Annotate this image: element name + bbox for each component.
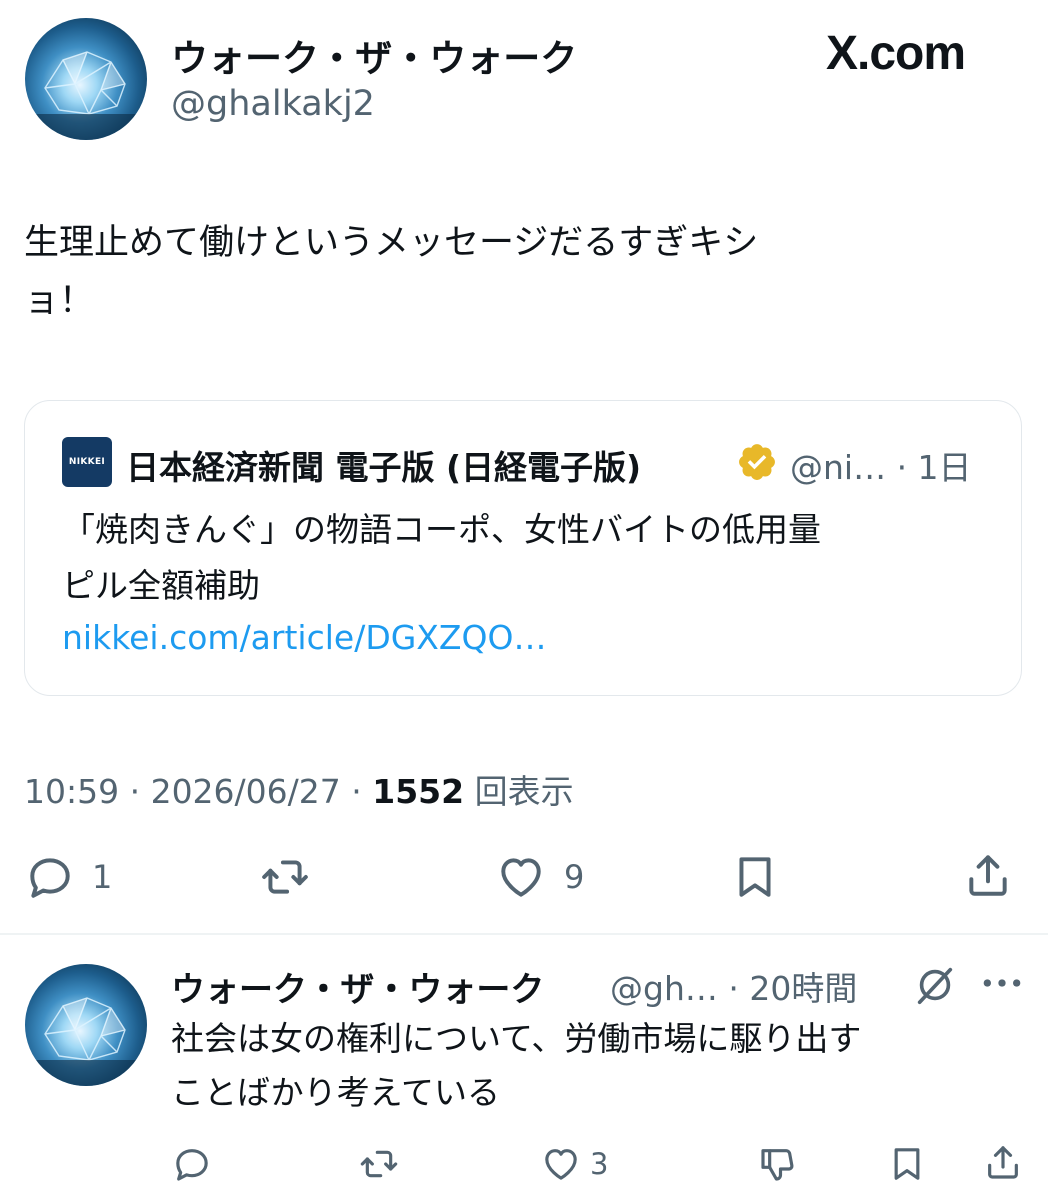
- reply-like-button[interactable]: 3: [538, 1144, 608, 1184]
- retweet-icon: [360, 1150, 398, 1178]
- reply-dislike-button[interactable]: [756, 1144, 800, 1184]
- x-brand-logo: X.com: [826, 27, 966, 80]
- dislike-icon: [761, 1149, 794, 1181]
- like-icon: [501, 858, 541, 897]
- reply-handle-time[interactable]: @gh… · 20時間: [610, 962, 857, 1010]
- view-label: 回表示: [464, 772, 574, 811]
- bookmark-button[interactable]: [730, 852, 780, 902]
- tweet-text: 生理止めて働けというメッセージだるすぎキシ ョ！: [24, 214, 1024, 330]
- reply-icon: [176, 1149, 208, 1181]
- tweet-text-line2: ョ！: [24, 281, 95, 321]
- reply-like-count: 3: [590, 1147, 609, 1181]
- bookmark-icon: [739, 857, 771, 897]
- quoted-author-name[interactable]: 日本経済新聞 電子版 (日経電子版): [126, 441, 641, 489]
- quoted-handle-time[interactable]: @ni… · 1日: [790, 441, 972, 489]
- retweet-button[interactable]: [255, 852, 315, 902]
- retweet-icon: [262, 860, 308, 894]
- share-icon: [988, 1146, 1018, 1179]
- avatar-crystal-image: [25, 51, 147, 140]
- reply-share-button[interactable]: [982, 1142, 1024, 1182]
- tweet-meta: 10:59 · 2026/06/27 · 1552 回表示: [24, 765, 574, 813]
- reply-author-name[interactable]: ウォーク・ザ・ウォーク: [171, 962, 544, 1011]
- share-icon: [969, 855, 1007, 896]
- share-button[interactable]: [962, 850, 1014, 900]
- bookmark-icon: [894, 1148, 920, 1180]
- tweet-timestamp[interactable]: 10:59 · 2026/06/27 ·: [24, 772, 372, 811]
- author-avatar[interactable]: [25, 18, 147, 140]
- verified-badge-icon: [736, 441, 778, 483]
- quoted-text-line2: ピル全額補助: [62, 566, 260, 605]
- reply-count: 1: [92, 858, 113, 896]
- grok-icon[interactable]: [912, 962, 958, 1008]
- reply-retweet-button[interactable]: [355, 1144, 403, 1184]
- author-handle[interactable]: @ghalkakj2: [171, 84, 375, 124]
- divider: [0, 933, 1048, 935]
- quoted-text-line1: 「焼肉きんぐ」の物語コーポ、女性バイトの低用量: [62, 510, 821, 549]
- like-count: 9: [564, 858, 585, 896]
- nikkei-logo: NIKKEI: [62, 437, 112, 487]
- reply-bookmark-button[interactable]: [887, 1144, 927, 1184]
- reply-icon: [30, 858, 70, 898]
- reply-reply-button[interactable]: [170, 1144, 214, 1184]
- tweet-text-line1: 生理止めて働けというメッセージだるすぎキシ: [24, 223, 759, 263]
- reply-text: 社会は女の権利について、労働市場に駆り出す ことばかり考えている: [171, 1012, 1031, 1120]
- like-button[interactable]: 9: [492, 852, 584, 902]
- quoted-article-link[interactable]: nikkei.com/article/DGXZQO…: [62, 618, 546, 657]
- author-name[interactable]: ウォーク・ザ・ウォーク: [171, 28, 577, 82]
- more-icon[interactable]: [980, 968, 1024, 998]
- reply-text-line1: 社会は女の権利について、労働市場に駆り出す: [171, 1019, 862, 1058]
- reply-text-line2: ことばかり考えている: [171, 1073, 501, 1112]
- avatar-crystal-image: [25, 997, 147, 1086]
- reply-button[interactable]: 1: [22, 852, 112, 902]
- like-icon: [545, 1149, 577, 1180]
- quoted-tweet-text: 「焼肉きんぐ」の物語コーポ、女性バイトの低用量 ピル全額補助: [62, 502, 1002, 614]
- reply-author-avatar[interactable]: [25, 964, 147, 1086]
- view-count: 1552: [372, 772, 465, 811]
